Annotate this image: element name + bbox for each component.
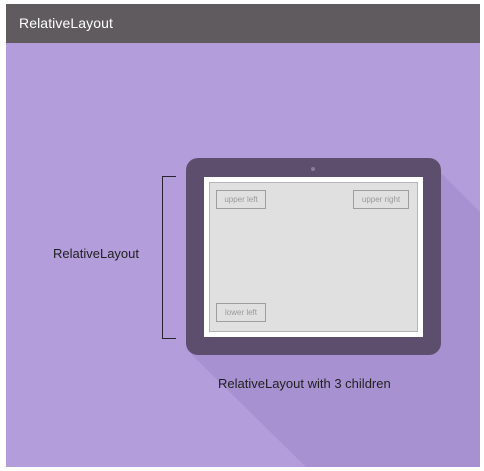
layout-bracket [162, 176, 176, 339]
diagram-caption: RelativeLayout with 3 children [218, 376, 391, 391]
tablet-screen: upper left upper right lower left [204, 177, 423, 337]
relative-layout-container: upper left upper right lower left [209, 182, 418, 332]
child-upper-left: upper left [216, 190, 266, 209]
camera-dot [311, 167, 315, 171]
diagram-card: RelativeLayout RelativeLayout upper left… [6, 4, 480, 467]
tablet-device: upper left upper right lower left [186, 158, 441, 355]
child-upper-right: upper right [353, 190, 409, 209]
child-lower-left: lower left [216, 303, 266, 322]
bracket-label: RelativeLayout [53, 246, 139, 261]
